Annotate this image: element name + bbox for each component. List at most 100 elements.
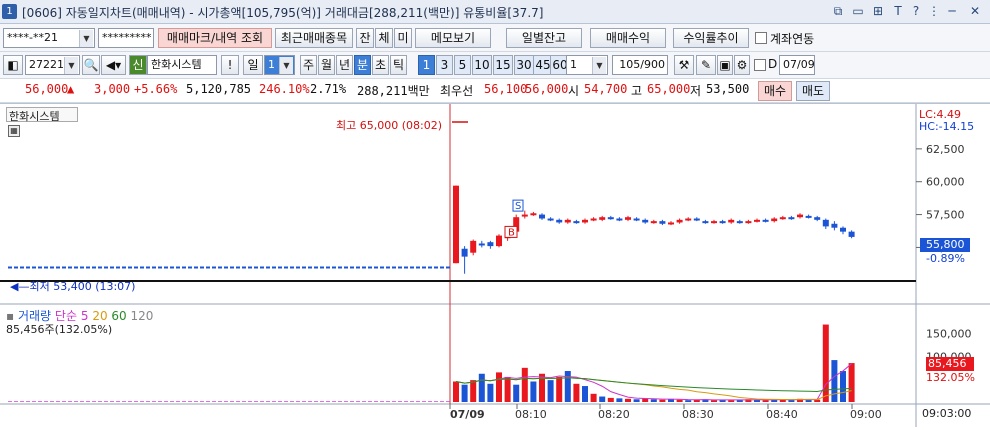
prev-volume-bar [32, 401, 36, 402]
period-tab-2[interactable]: 년 [336, 55, 353, 75]
date-field[interactable]: 07/09 [779, 55, 815, 75]
date-checkbox[interactable] [754, 59, 766, 71]
prev-volume-bar [242, 401, 246, 402]
stock-legend[interactable]: 한화시스템 [6, 107, 78, 123]
chevron-down-icon[interactable]: ▼ [79, 30, 93, 47]
minimize-icon[interactable]: ▭ [850, 3, 866, 19]
candle-body [625, 217, 631, 220]
close-icon[interactable]: ✕ [964, 3, 986, 19]
time-label: 08:40 [766, 408, 798, 421]
trade-profit-button[interactable]: 매매수익 [590, 28, 666, 48]
period-tab-5[interactable]: 틱 [390, 55, 407, 75]
prev-volume-bar [200, 401, 204, 402]
period-day-tab[interactable]: 일 [243, 55, 263, 75]
chevron-down-icon[interactable]: ▼ [64, 57, 78, 74]
prev-session-candle [38, 266, 42, 269]
count-field[interactable]: 1 ▼ [566, 55, 608, 75]
tools-icon[interactable]: ⚒ [674, 55, 694, 75]
account-link-checkbox[interactable] [755, 32, 767, 44]
prev-volume-bar [332, 401, 336, 402]
prev-session-candle [410, 266, 414, 269]
period-value-field[interactable]: 1 ▼ [264, 55, 295, 75]
trade-mark-button[interactable]: 매매마크/내역 조회 [158, 28, 272, 48]
prev-volume-bar [278, 401, 282, 402]
volume-bar [607, 397, 614, 402]
layout-icon[interactable]: ◧ [3, 55, 23, 75]
buy-button[interactable]: 매수 [758, 81, 792, 101]
prev-session-candle [224, 266, 228, 269]
low-label: 저 [690, 84, 702, 98]
sell-mark[interactable]: S [512, 199, 524, 212]
gear-icon[interactable]: ⚙ [734, 55, 750, 75]
stock-name-field[interactable]: 한화시스템 [147, 55, 217, 75]
volume-pct-tag: 132.05% [926, 371, 975, 384]
interval-button-15[interactable]: 15 [493, 55, 513, 75]
tab-mi[interactable]: 미 [394, 28, 412, 48]
grid-toggle-icon[interactable]: ▦ [8, 125, 20, 137]
interval-button-1[interactable]: 1 [418, 55, 435, 75]
search-icon[interactable]: 🔍 [82, 55, 100, 75]
chart-area[interactable]: 62,50060,00057,50055,000150,000100,00007… [0, 103, 990, 427]
quote-row: 56,000 ▲ 3,000 +5.66% 5,120,785 246.10% … [0, 79, 990, 103]
prev-volume-bar [104, 401, 108, 402]
prev-volume-bar [290, 401, 294, 402]
warning-button[interactable]: ! [221, 55, 239, 75]
sell-mark-label: S [515, 201, 521, 212]
text-icon[interactable]: T [890, 3, 906, 19]
prev-volume-bar [320, 401, 324, 402]
interval-button-10[interactable]: 10 [472, 55, 492, 75]
prev-session-candle [284, 266, 288, 269]
prev-volume-bar [188, 401, 192, 402]
prev-volume-bar [26, 401, 30, 402]
period-tab-3[interactable]: 분 [354, 55, 371, 75]
buy-mark[interactable]: B [504, 225, 518, 238]
password-field[interactable]: ********* [98, 28, 154, 48]
volume-bar [590, 393, 597, 402]
prev-volume-bar [308, 401, 312, 402]
daily-balance-button[interactable]: 일별잔고 [506, 28, 582, 48]
menu-icon[interactable]: ⋮ [926, 3, 942, 19]
restore-icon[interactable]: ⧉ [830, 3, 846, 19]
interval-button-3[interactable]: 3 [436, 55, 453, 75]
prev-session-candle [56, 266, 60, 269]
sell-button[interactable]: 매도 [796, 81, 830, 101]
hc-label: HC:-14.15 [919, 120, 975, 133]
tab-jan[interactable]: 잔 [356, 28, 374, 48]
account-field[interactable]: ****-**21 ▼ [3, 28, 95, 48]
interval-button-5[interactable]: 5 [454, 55, 471, 75]
tab-che[interactable]: 체 [375, 28, 393, 48]
count-value: 1 [570, 58, 577, 71]
candle-body [719, 221, 726, 224]
period-tab-4[interactable]: 초 [372, 55, 389, 75]
period-tab-1[interactable]: 월 [318, 55, 335, 75]
draw-icon[interactable]: ✎ [696, 55, 716, 75]
prev-volume-bar [68, 401, 72, 402]
speaker-icon[interactable]: ◀▾ [101, 55, 126, 75]
price-tick-label: 62,500 [926, 143, 965, 156]
zoom-field[interactable]: 105/900 [612, 55, 668, 75]
min-icon[interactable]: ─ [944, 3, 960, 19]
prev-session-candle [446, 266, 450, 269]
candle-body [556, 219, 563, 223]
save-icon[interactable]: ▣ [717, 55, 733, 75]
interval-button-30[interactable]: 30 [514, 55, 534, 75]
volume-bar [762, 400, 769, 402]
volume-bar [573, 383, 580, 402]
candle-body [711, 221, 717, 224]
prev-session-candle [398, 266, 402, 269]
period-tab-0[interactable]: 주 [300, 55, 317, 75]
chart-canvas[interactable]: 62,50060,00057,50055,000150,000100,00007… [0, 104, 990, 427]
prev-volume-bar [440, 401, 444, 402]
window-number-badge[interactable]: 1 [2, 4, 17, 19]
chevron-down-icon[interactable]: ▼ [592, 57, 606, 74]
chevron-down-icon[interactable]: ▼ [279, 57, 293, 74]
candle-body [822, 219, 829, 227]
prev-volume-bar [212, 401, 216, 402]
profit-rate-button[interactable]: 수익률추이 [673, 28, 749, 48]
help-icon[interactable]: ? [908, 3, 924, 19]
prev-session-candle [272, 266, 276, 269]
memo-button[interactable]: 메모보기 [415, 28, 491, 48]
stock-code-field[interactable]: 272210 ▼ [25, 55, 80, 75]
pin-icon[interactable]: ⊞ [870, 3, 886, 19]
recent-trades-button[interactable]: 최근매매종목 [275, 28, 353, 48]
